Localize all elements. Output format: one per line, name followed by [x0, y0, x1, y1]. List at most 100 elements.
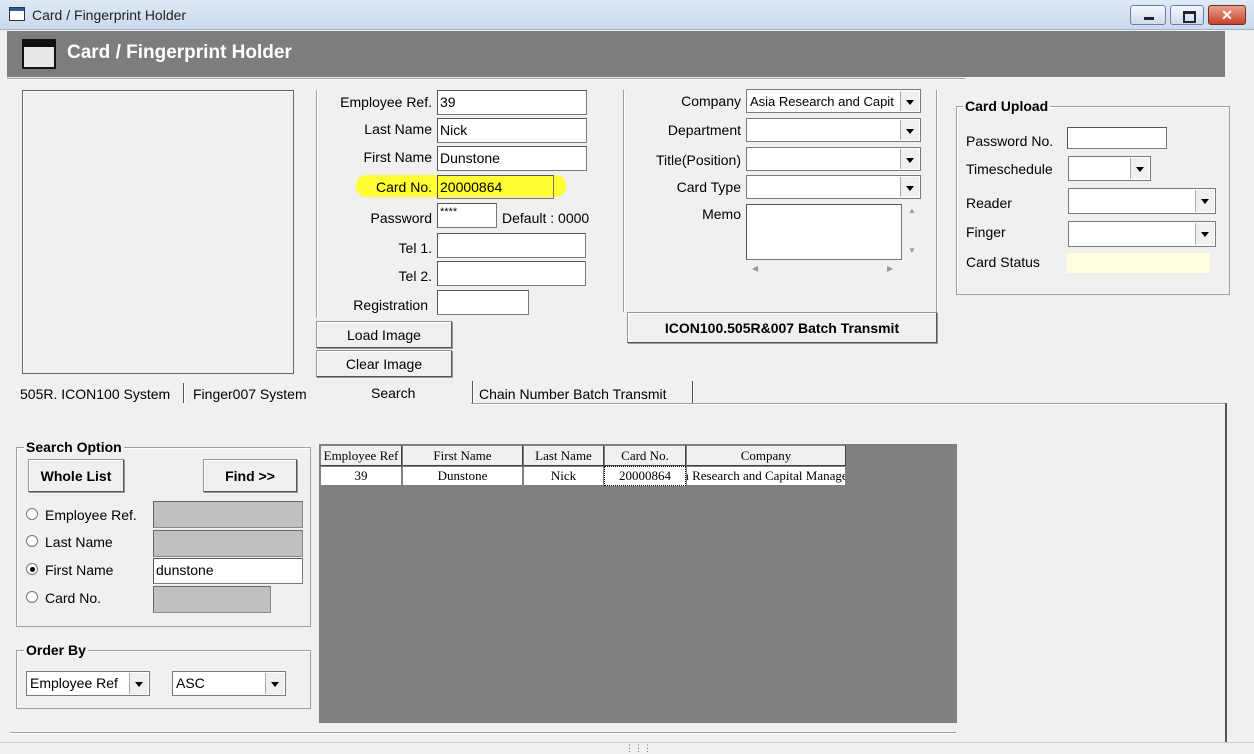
- memo-horizontal-scrollbar[interactable]: ◀ ▶: [746, 262, 902, 278]
- tab-search-active[interactable]: Search: [323, 380, 471, 405]
- scroll-left-icon[interactable]: ◀: [752, 264, 758, 273]
- tab-separator: [183, 383, 184, 403]
- timeschedule-label: Timeschedule: [966, 161, 1053, 177]
- first-name-input[interactable]: Dunstone: [437, 146, 587, 171]
- window-form-icon: [22, 39, 56, 69]
- tab-search-label: Search: [371, 385, 416, 401]
- card-no-input[interactable]: 20000864: [437, 175, 554, 199]
- find-button[interactable]: Find >>: [203, 459, 297, 492]
- tab-chain-number-batch-transmit[interactable]: Chain Number Batch Transmit: [479, 386, 667, 402]
- employee-ref-label: Employee Ref.: [340, 94, 432, 110]
- status-bar: ⋮⋮⋮: [0, 742, 1254, 754]
- table-cell-first-name[interactable]: Dunstone: [402, 466, 523, 486]
- column-header-company[interactable]: Company: [686, 445, 846, 466]
- tab-finger007-system[interactable]: Finger007 System: [193, 386, 307, 402]
- column-header-card-no[interactable]: Card No.: [604, 445, 686, 466]
- maximize-button[interactable]: [1170, 5, 1204, 25]
- company-select[interactable]: Asia Research and Capit: [746, 89, 921, 113]
- reader-select[interactable]: [1068, 188, 1216, 214]
- card-upload-title: Card Upload: [963, 98, 1051, 114]
- registration-input[interactable]: [437, 290, 529, 315]
- chevron-down-icon[interactable]: [129, 673, 148, 694]
- column-header-employee-ref[interactable]: Employee Ref: [320, 445, 402, 466]
- company-label: Company: [681, 93, 741, 109]
- memo-textarea[interactable]: [746, 204, 902, 260]
- radio-card-no[interactable]: [26, 591, 38, 603]
- column-header-last-name[interactable]: Last Name: [523, 445, 604, 466]
- title-position-select[interactable]: [746, 147, 921, 171]
- close-button[interactable]: ✕: [1208, 5, 1246, 25]
- batch-transmit-button[interactable]: ICON100.505R&007 Batch Transmit: [627, 312, 937, 343]
- minimize-icon: [1144, 17, 1154, 20]
- results-grid[interactable]: Employee Ref First Name Last Name Card N…: [319, 444, 957, 723]
- table-cell-card-no[interactable]: 20000864: [604, 466, 686, 486]
- finger-select[interactable]: [1068, 221, 1216, 247]
- employee-ref-input[interactable]: 39: [437, 90, 587, 115]
- radio-last-name[interactable]: [26, 535, 38, 547]
- chevron-down-icon[interactable]: [900, 120, 919, 140]
- window-title: Card / Fingerprint Holder: [32, 7, 187, 23]
- reader-label: Reader: [966, 195, 1012, 211]
- radio-first-name-label: First Name: [45, 562, 114, 578]
- timeschedule-select[interactable]: [1068, 156, 1151, 181]
- department-label: Department: [667, 122, 741, 138]
- clear-image-button[interactable]: Clear Image: [316, 350, 452, 377]
- tel2-input[interactable]: [437, 261, 586, 286]
- memo-vertical-scrollbar[interactable]: ▲ ▼: [904, 204, 922, 260]
- chevron-down-icon[interactable]: [900, 177, 919, 197]
- page-title: Card / Fingerprint Holder: [67, 42, 292, 63]
- table-cell-last-name[interactable]: Nick: [523, 466, 604, 486]
- password-input[interactable]: ****: [437, 203, 497, 228]
- tel1-input[interactable]: [437, 233, 586, 258]
- search-first-name-input[interactable]: dunstone: [153, 558, 303, 584]
- scroll-down-icon[interactable]: ▼: [908, 246, 916, 255]
- search-card-no-input[interactable]: [153, 586, 271, 613]
- chevron-down-icon[interactable]: [900, 91, 919, 111]
- chevron-down-icon[interactable]: [900, 149, 919, 169]
- chevron-down-icon[interactable]: [265, 673, 284, 694]
- card-status-label: Card Status: [966, 254, 1040, 270]
- card-type-select[interactable]: [746, 175, 921, 199]
- scroll-right-icon[interactable]: ▶: [887, 264, 893, 273]
- first-name-label: First Name: [363, 149, 432, 165]
- order-by-field-value: Employee Ref: [30, 675, 118, 691]
- radio-last-name-label: Last Name: [45, 534, 113, 550]
- radio-employee-ref[interactable]: [26, 508, 38, 520]
- order-by-direction-select[interactable]: ASC: [172, 671, 286, 696]
- chevron-down-icon[interactable]: [1130, 158, 1149, 179]
- order-by-title: Order By: [24, 642, 88, 658]
- minimize-button[interactable]: [1130, 5, 1166, 25]
- last-name-input[interactable]: Nick: [437, 118, 587, 143]
- radio-card-no-label: Card No.: [45, 590, 102, 606]
- tel1-label: Tel 1.: [398, 240, 432, 256]
- tab-panel-top-border: [471, 403, 1226, 404]
- table-cell-employee-ref[interactable]: 39: [320, 466, 402, 486]
- whole-list-button[interactable]: Whole List: [28, 459, 124, 492]
- order-by-direction-value: ASC: [176, 675, 205, 691]
- finger-label: Finger: [966, 224, 1006, 240]
- table-cell-company[interactable]: Asia Research and Capital Management: [686, 466, 846, 486]
- search-employee-ref-input[interactable]: [153, 501, 303, 528]
- chevron-down-icon[interactable]: [1195, 190, 1214, 212]
- password-default-note: Default : 0000: [502, 210, 590, 226]
- card-no-label: Card No.: [375, 179, 432, 195]
- tab-505r-icon100-system[interactable]: 505R. ICON100 System: [20, 386, 170, 402]
- card-type-label: Card Type: [676, 179, 741, 195]
- last-name-label: Last Name: [364, 121, 432, 137]
- password-no-input[interactable]: [1067, 127, 1167, 149]
- window-titlebar[interactable]: Card / Fingerprint Holder ✕: [0, 0, 1254, 30]
- tab-separator: [692, 381, 693, 403]
- radio-first-name[interactable]: [26, 563, 38, 575]
- close-icon: ✕: [1221, 7, 1233, 23]
- company-value: Asia Research and Capit: [750, 94, 894, 109]
- details-divider-left: [623, 90, 624, 312]
- password-no-label: Password No.: [966, 133, 1054, 149]
- order-by-field-select[interactable]: Employee Ref: [26, 671, 150, 696]
- chevron-down-icon[interactable]: [1195, 223, 1214, 245]
- load-image-button[interactable]: Load Image: [316, 321, 452, 348]
- resize-grip-icon[interactable]: ⋮⋮⋮: [625, 743, 652, 754]
- department-select[interactable]: [746, 118, 921, 142]
- search-last-name-input[interactable]: [153, 530, 303, 557]
- scroll-up-icon[interactable]: ▲: [908, 206, 916, 215]
- column-header-first-name[interactable]: First Name: [402, 445, 523, 466]
